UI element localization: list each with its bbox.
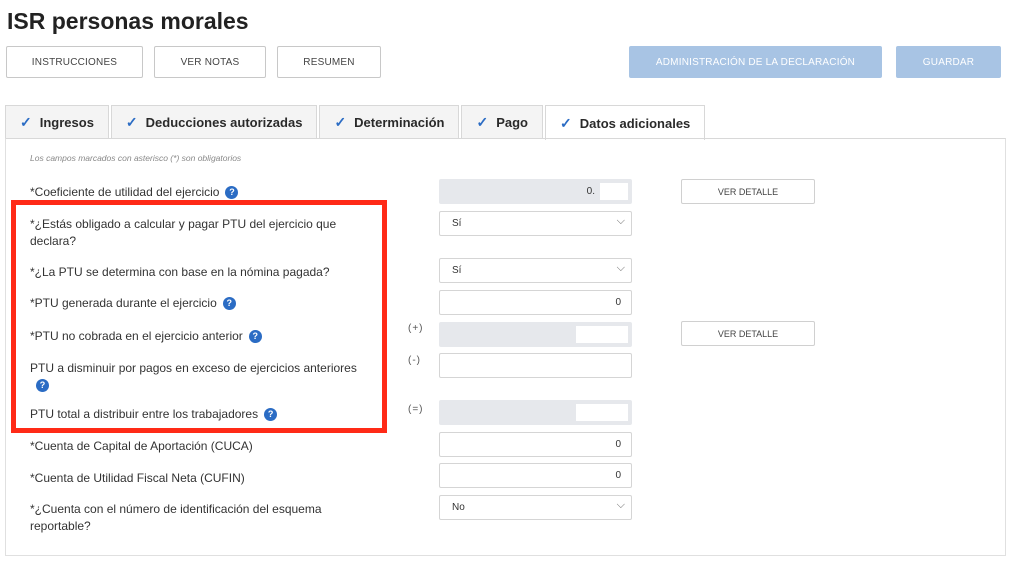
cuca-value: 0 <box>615 439 621 450</box>
operator-minus: (-) <box>408 355 421 366</box>
tab-bar: ✓ Ingresos ✓ Deducciones autorizadas ✓ Dete… <box>5 105 707 140</box>
ptu-total-field <box>439 400 632 425</box>
ptu-nomina-select[interactable]: Sí ⌵ <box>439 258 632 283</box>
required-fields-hint: Los campos marcados con asterisco (*) so… <box>30 153 242 163</box>
ptu-generada-value: 0 <box>615 297 621 308</box>
coeficiente-value: 0. <box>586 186 595 197</box>
operator-plus: (+) <box>408 323 424 334</box>
ptu-no-cobrada-label-text: *PTU no cobrada en el ejercicio anterior <box>30 329 243 343</box>
tab-label: Deducciones autorizadas <box>145 115 303 130</box>
chevron-down-icon: ⌵ <box>616 499 625 511</box>
tab-label: Pago <box>496 115 529 130</box>
guardar-button[interactable]: GUARDAR <box>896 46 1001 78</box>
obligado-ptu-label: *¿Estás obligado a calcular y pagar PTU … <box>30 217 337 248</box>
ptu-total-label: PTU total a distribuir entre los trabaja… <box>30 406 375 423</box>
chevron-down-icon: ⌵ <box>616 262 625 274</box>
obligado-ptu-select[interactable]: Sí ⌵ <box>439 211 632 236</box>
ver-notas-button[interactable]: VER NOTAS <box>154 46 266 78</box>
ver-detalle-coeficiente-button[interactable]: VER DETALLE <box>681 179 815 204</box>
tab-label: Determinación <box>354 115 445 130</box>
help-icon[interactable]: ? <box>36 379 49 392</box>
coeficiente-field: 0. <box>439 179 632 204</box>
coeficiente-label: *Coeficiente de utilidad del ejercicio? <box>30 184 375 201</box>
tab-ingresos[interactable]: ✓ Ingresos <box>5 105 109 139</box>
tab-label: Ingresos <box>39 115 94 130</box>
ver-detalle-ptu-button[interactable]: VER DETALLE <box>681 321 815 346</box>
ptu-total-label-text: PTU total a distribuir entre los trabaja… <box>30 407 259 421</box>
tab-datos-adicionales[interactable]: ✓ Datos adicionales <box>545 105 706 140</box>
ptu-generada-label-text: *PTU generada durante el ejercicio <box>30 296 217 310</box>
help-icon[interactable]: ? <box>248 330 262 343</box>
administracion-declaracion-button[interactable]: ADMINISTRACIÓN DE LA DECLARACIÓN <box>629 46 882 78</box>
ptu-disminuir-label: PTU a disminuir por pagos en exceso de e… <box>30 360 375 394</box>
ptu-nomina-value: Sí <box>452 265 462 276</box>
page-title: ISR personas morales <box>7 8 249 34</box>
cuca-label: *Cuenta de Capital de Aportación (CUCA) <box>30 439 253 453</box>
cufin-label: *Cuenta de Utilidad Fiscal Neta (CUFIN) <box>30 471 245 485</box>
ptu-no-cobrada-field <box>439 322 632 347</box>
obligado-ptu-value: Sí <box>452 218 462 229</box>
tab-pago[interactable]: ✓ Pago <box>461 105 544 139</box>
check-icon: ✓ <box>20 114 32 130</box>
tab-label: Datos adicionales <box>579 115 691 131</box>
cuca-input[interactable]: 0 <box>439 432 632 457</box>
check-icon: ✓ <box>560 114 572 131</box>
coeficiente-label-text: *Coeficiente de utilidad del ejercicio <box>30 185 220 199</box>
check-icon: ✓ <box>334 114 347 130</box>
check-icon: ✓ <box>476 114 489 130</box>
chevron-down-icon: ⌵ <box>616 215 625 227</box>
instrucciones-button[interactable]: INSTRUCCIONES <box>6 46 143 78</box>
ptu-generada-input[interactable]: 0 <box>439 290 632 315</box>
ptu-disminuir-input[interactable] <box>439 353 632 378</box>
cufin-value: 0 <box>615 470 621 481</box>
tab-determinacion[interactable]: ✓ Determinación <box>319 105 460 139</box>
esquema-value: No <box>452 502 465 513</box>
ptu-disminuir-label-text: PTU a disminuir por pagos en exceso de e… <box>30 361 357 375</box>
esquema-select[interactable]: No ⌵ <box>439 495 632 520</box>
ptu-no-cobrada-label: *PTU no cobrada en el ejercicio anterior… <box>30 328 375 345</box>
help-icon[interactable]: ? <box>264 408 278 421</box>
coeficiente-value-box <box>600 183 628 200</box>
ptu-total-value-box <box>576 404 628 421</box>
esquema-label: *¿Cuenta con el número de identificación… <box>30 502 322 533</box>
ptu-no-cobrada-value-box <box>576 326 628 343</box>
operator-equals: (=) <box>408 404 424 415</box>
resumen-button[interactable]: RESUMEN <box>277 46 381 78</box>
ptu-nomina-label: *¿La PTU se determina con base en la nóm… <box>30 265 330 279</box>
ptu-generada-label: *PTU generada durante el ejercicio? <box>30 295 375 312</box>
tab-deducciones-autorizadas[interactable]: ✓ Deducciones autorizadas <box>110 105 318 139</box>
help-icon[interactable]: ? <box>225 186 239 199</box>
check-icon: ✓ <box>125 114 138 130</box>
help-icon[interactable]: ? <box>222 297 236 310</box>
cufin-input[interactable]: 0 <box>439 463 632 488</box>
